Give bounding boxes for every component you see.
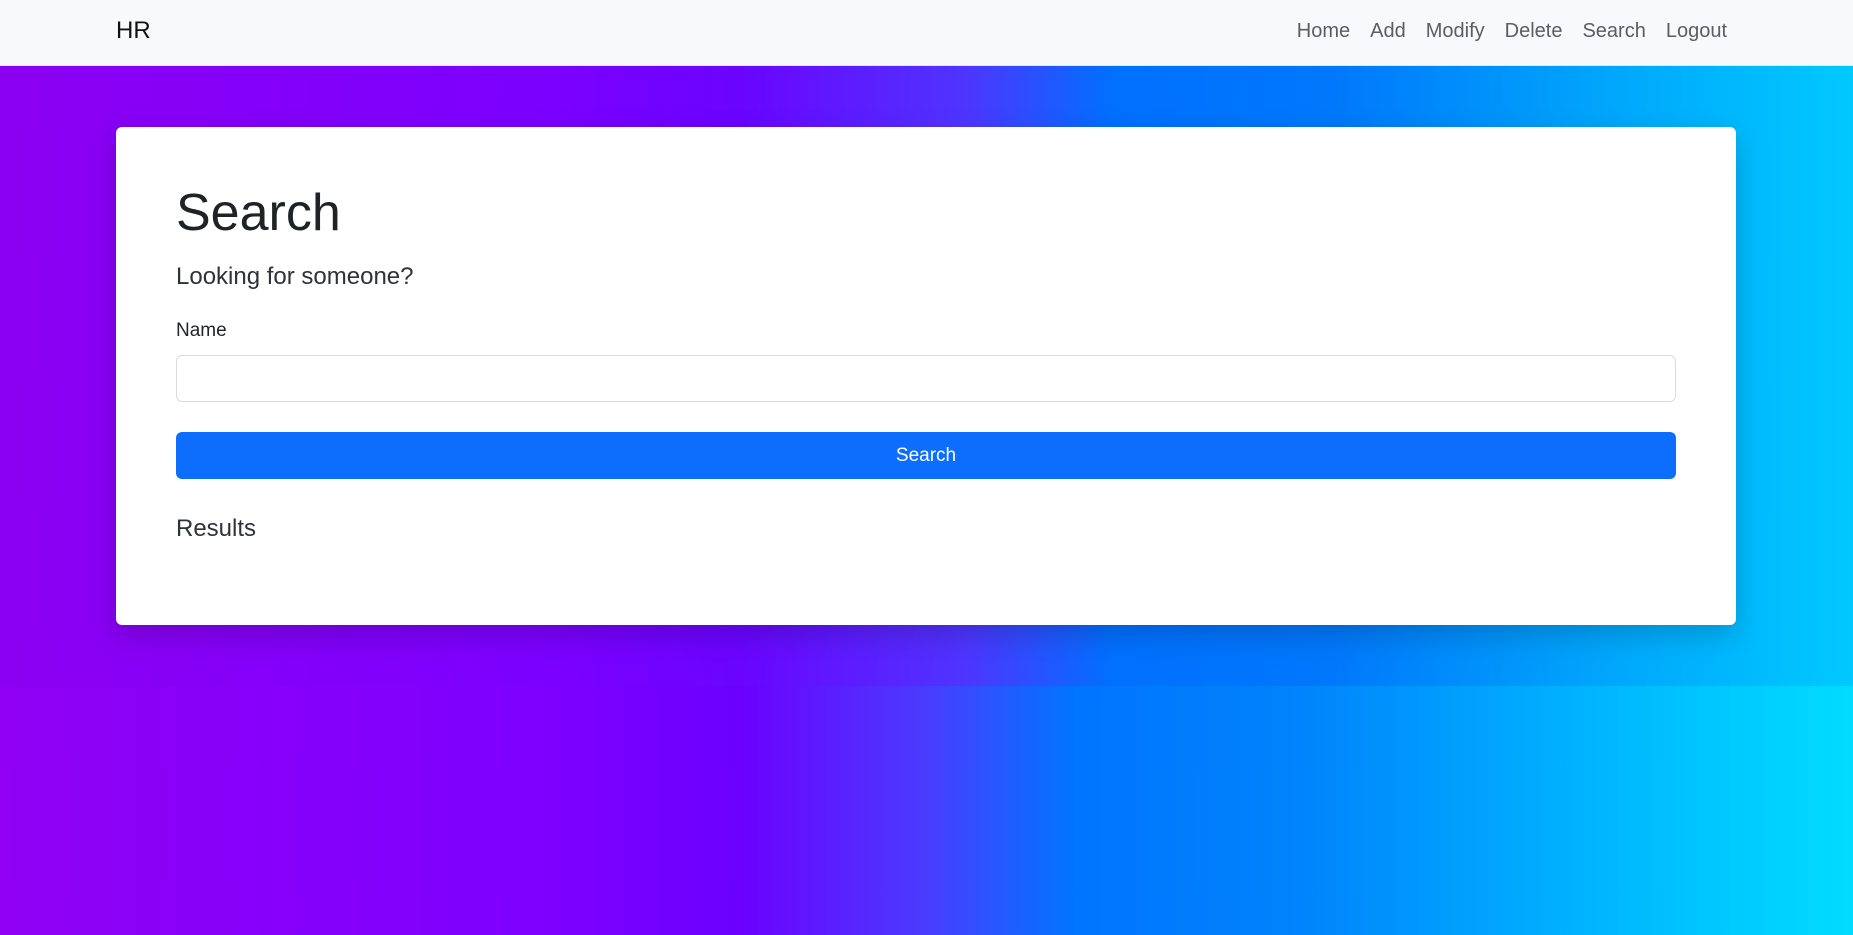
nav-item-delete: Delete [1505,20,1563,43]
nav-item-add: Add [1370,20,1406,43]
nav-link-modify[interactable]: Modify [1426,20,1485,42]
page-title: Search [176,184,341,242]
nav-item-modify: Modify [1426,20,1485,43]
nav-links: Home Add Modify Delete Search Logout [1297,20,1727,43]
search-button[interactable]: Search [176,432,1676,479]
nav-link-logout[interactable]: Logout [1666,20,1727,42]
search-card: Search Looking for someone? Name Search … [116,127,1736,625]
nav-link-delete[interactable]: Delete [1505,20,1563,42]
name-input[interactable] [176,355,1676,402]
nav-item-home: Home [1297,20,1350,43]
navbar-brand[interactable]: HR [116,17,151,45]
name-field-label: Name [176,320,227,341]
top-navbar: HR Home Add Modify Delete Search Logout [0,0,1853,66]
nav-link-home[interactable]: Home [1297,20,1350,42]
nav-item-logout: Logout [1666,20,1727,43]
results-heading: Results [176,515,257,542]
nav-link-add[interactable]: Add [1370,20,1406,42]
nav-item-search: Search [1582,20,1645,43]
page-subtitle: Looking for someone? [176,263,414,290]
nav-link-search[interactable]: Search [1582,20,1645,42]
